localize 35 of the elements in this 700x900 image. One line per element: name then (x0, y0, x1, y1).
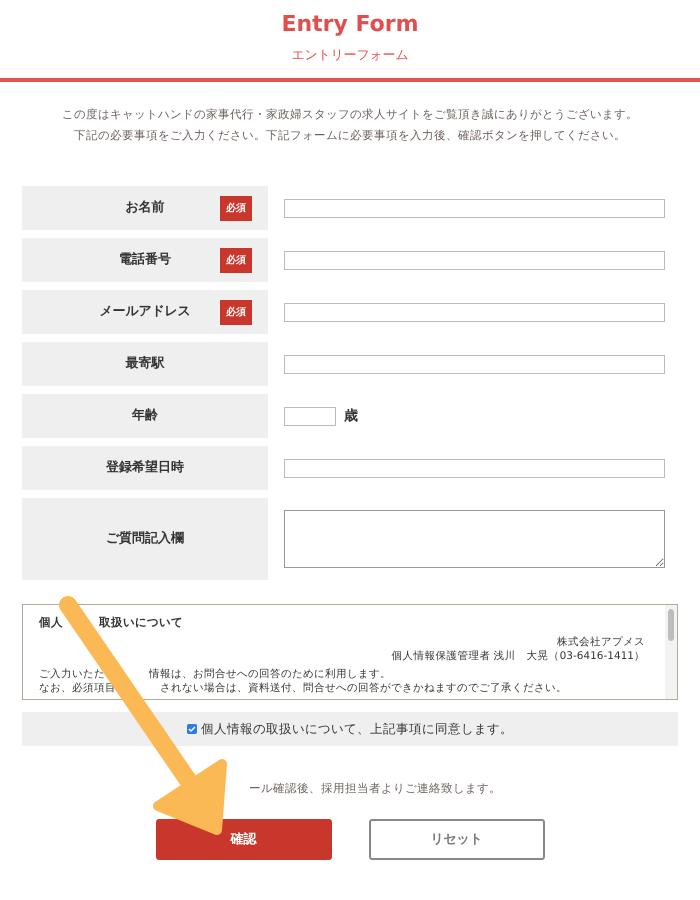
field-label: 最寄駅 (126, 354, 164, 374)
field-label: お名前 (126, 199, 164, 218)
intro-text: 下記の必要事項をご入力ください。下記フォームに必要事項を入力後、確認ボタンを押してください。 (74, 126, 626, 144)
text-input-field[interactable] (284, 458, 665, 478)
field-label: メールアドレス (100, 303, 190, 322)
privacy-text: されない場合は、資料送付、問合せへの回答ができかねますのでご了承ください。 (160, 681, 567, 695)
field-label: 電話番号 (119, 251, 171, 270)
confirm-button[interactable]: 確認 (156, 819, 332, 860)
intro-text: この度はキャットハンドの家事代行・家政婦スタッフの求人サイトをご覧頂き誠にありがとうございます。 (62, 106, 638, 122)
privacy-manager: 個人情報保護管理者 浅川 大晃（03-6416-1411） (391, 649, 645, 663)
text-input-field[interactable] (284, 302, 665, 322)
form-title: Entry Form (281, 11, 419, 39)
field-label: 年齢 (132, 407, 158, 426)
text-input-field[interactable] (284, 198, 665, 218)
agree-label: 個人情報の取扱いについて、上記事項に同意します。 (201, 720, 513, 738)
privacy-title: 取扱いについて (99, 615, 183, 629)
text-input-field[interactable] (284, 250, 665, 270)
privacy-text: 情報は、お問合せへの回答のために利用します。 (149, 667, 391, 681)
form-subtitle: エントリーフォーム (292, 47, 408, 65)
question-textarea[interactable] (284, 510, 665, 568)
check-icon (188, 725, 196, 733)
privacy-title: 個人 (39, 615, 63, 629)
required-badge: 必須 (220, 196, 252, 220)
text-input-field[interactable] (284, 354, 665, 374)
company-name: 株式会社アプメス (557, 635, 645, 649)
required-badge: 必須 (220, 300, 252, 324)
agree-checkbox[interactable] (187, 724, 197, 734)
reset-button[interactable]: リセット (368, 819, 544, 860)
scrollbar[interactable] (665, 605, 677, 699)
age-unit: 歳 (344, 406, 358, 426)
age-input-field[interactable] (284, 406, 336, 426)
required-badge: 必須 (220, 248, 252, 272)
field-label: ご質問記入欄 (106, 530, 184, 548)
field-label: 登録希望日時 (106, 458, 184, 478)
contact-note: ール確認後、採用担当者よりご連絡致します。 (249, 780, 501, 797)
